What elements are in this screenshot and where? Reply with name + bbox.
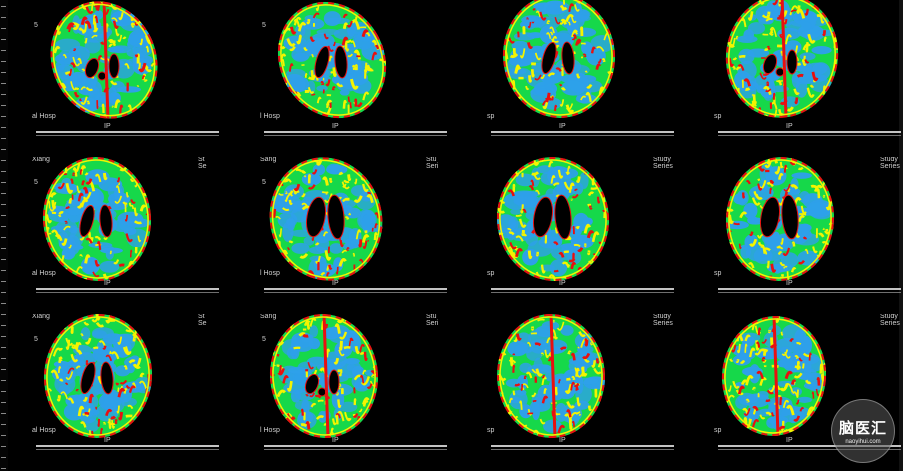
series-index: 5: [34, 22, 38, 29]
image-tile-r2c4[interactable]: Study Series sp IP: [682, 157, 903, 314]
series-label: Series: [653, 163, 673, 170]
ip-label: IP: [559, 437, 566, 444]
image-tile-r1c1[interactable]: 5 al Hosp IP: [0, 0, 225, 157]
ip-label: IP: [786, 280, 793, 287]
ip-label: IP: [559, 123, 566, 130]
hospital-label: al Hosp: [32, 270, 56, 277]
hospital-label: sp: [714, 427, 722, 434]
hospital-label: al Hosp: [32, 427, 56, 434]
tile-divider: [264, 288, 447, 290]
tile-divider: [718, 288, 901, 290]
tile-divider-thin: [718, 135, 901, 136]
image-tile-r2c1[interactable]: 261Xiang5StSeal HospIP: [0, 157, 225, 314]
tile-divider-thin: [264, 292, 447, 293]
series-label: Seri: [426, 320, 439, 327]
ip-label: IP: [332, 437, 339, 444]
image-tile-r2c3[interactable]: 51StudySeriesspIP: [455, 157, 680, 314]
tile-divider: [491, 288, 674, 290]
hospital-label: sp: [714, 113, 722, 120]
hospital-label: sp: [487, 113, 495, 120]
ip-label: IP: [332, 123, 339, 130]
patient-name: Sang: [260, 157, 277, 163]
hospital-label: sp: [487, 270, 495, 277]
tile-divider: [36, 131, 219, 133]
series-label: Se: [198, 320, 207, 327]
ip-label: IP: [559, 280, 566, 287]
patient-name: Xiang: [32, 157, 50, 163]
image-tile-r3c1[interactable]: 261Xiang5StSeal HospIP: [0, 314, 225, 471]
series-index: 5: [262, 336, 266, 343]
tile-divider: [264, 131, 447, 133]
hospital-label: al Hosp: [32, 113, 56, 120]
perfusion-viewer: 5al HospIP5l HospIPspIPspIP261Xiang5StSe…: [0, 0, 903, 471]
series-label: Se: [198, 163, 207, 170]
ip-label: IP: [104, 280, 111, 287]
watermark-text: 脑医汇: [838, 420, 887, 437]
tile-divider: [491, 131, 674, 133]
tile-divider: [36, 445, 219, 447]
tile-divider-thin: [264, 135, 447, 136]
series-label: Series: [653, 320, 673, 327]
tile-divider: [718, 131, 901, 133]
watermark-url: naoyihui.com: [845, 439, 881, 445]
series-index: 5: [34, 179, 38, 186]
ip-label: IP: [786, 123, 793, 130]
image-tile-r2c2[interactable]: 51Sang5StuSeril HospIP: [228, 157, 453, 314]
hospital-label: l Hosp: [260, 113, 280, 120]
tile-divider-thin: [36, 292, 219, 293]
series-label: Series: [880, 320, 900, 327]
image-tile-r3c2[interactable]: 51Sang5StuSeril HospIP: [228, 314, 453, 471]
ip-label: IP: [104, 123, 111, 130]
tile-divider-thin: [36, 135, 219, 136]
tile-divider: [36, 288, 219, 290]
image-tile-r1c3[interactable]: sp IP: [455, 0, 680, 157]
tile-divider-thin: [491, 292, 674, 293]
image-tile-r3c3[interactable]: 51StudySeriesspIP: [455, 314, 680, 471]
series-index: 5: [34, 336, 38, 343]
tile-divider: [491, 445, 674, 447]
tile-divider-thin: [491, 135, 674, 136]
image-tile-r1c4[interactable]: sp IP: [682, 0, 903, 157]
patient-name: Xiang: [32, 314, 50, 320]
ip-label: IP: [104, 437, 111, 444]
tile-divider-thin: [718, 292, 901, 293]
hospital-label: l Hosp: [260, 270, 280, 277]
image-tile-r1c2[interactable]: 5 l Hosp IP: [228, 0, 453, 157]
series-label: Series: [880, 163, 900, 170]
patient-name: Sang: [260, 314, 277, 320]
tile-divider-thin: [491, 449, 674, 450]
ip-label: IP: [332, 280, 339, 287]
ip-label: IP: [786, 437, 793, 444]
hospital-label: sp: [487, 427, 495, 434]
series-index: 5: [262, 22, 266, 29]
hospital-label: l Hosp: [260, 427, 280, 434]
tile-divider-thin: [36, 449, 219, 450]
tile-divider-thin: [264, 449, 447, 450]
hospital-label: sp: [714, 270, 722, 277]
tile-divider: [264, 445, 447, 447]
series-label: Seri: [426, 163, 439, 170]
watermark-logo: 脑医汇 naoyihui.com: [831, 399, 895, 463]
series-index: 5: [262, 179, 266, 186]
